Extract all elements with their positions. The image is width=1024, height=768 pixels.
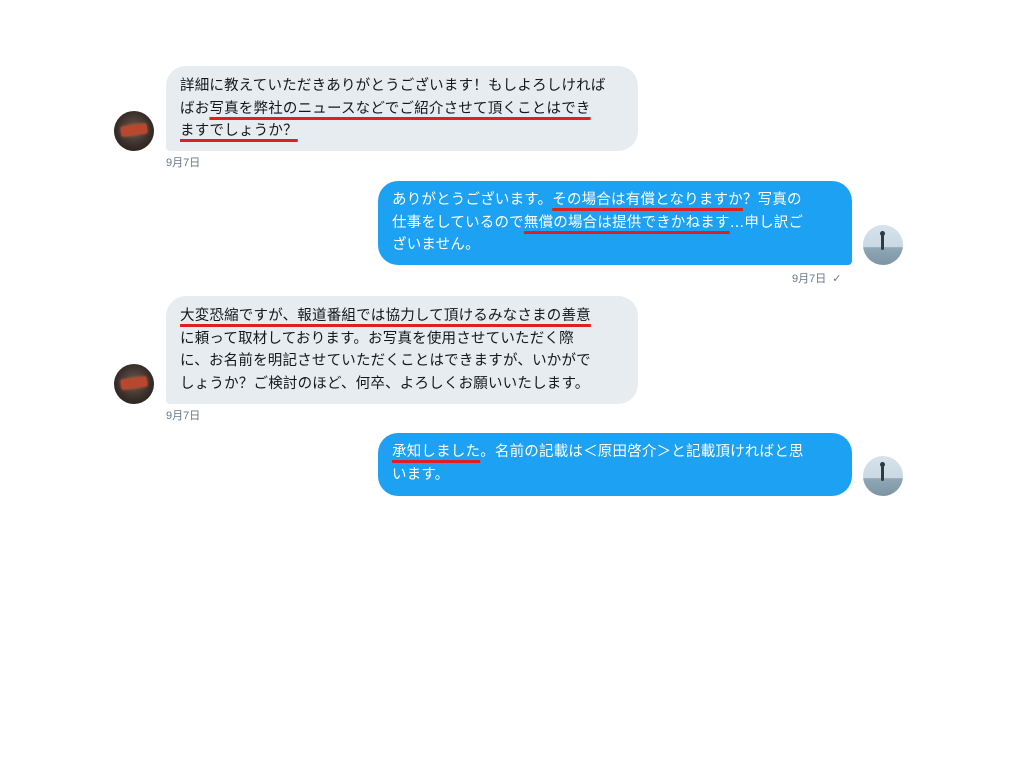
message-bubble-sent[interactable]: 承知しました。名前の記載は＜原田啓介＞と記載頂ければと思います。 (378, 433, 852, 496)
message-timestamp: 9月7日 (166, 410, 201, 422)
message-line: 承知しました。名前の記載は＜原田啓介＞と記載頂ければと思 (392, 441, 838, 464)
message-text: ばお (180, 100, 210, 117)
message-line: に、お名前を明記させていただくことはできますが、いかがで (180, 350, 624, 373)
highlighted-text: 大変恐縮ですが、報道番組では協力して頂けるみなさまの善意 (180, 308, 591, 324)
message-line: 仕事をしているので無償の場合は提供できかねます…申し訳ご (392, 212, 838, 235)
message-text: 詳細に教えていただきありがとうございます！もしよろしければ (180, 78, 606, 94)
message-line: います。 (392, 464, 838, 487)
news-media-avatar-icon (120, 376, 148, 390)
message-line: 大変恐縮ですが、報道番組では協力して頂けるみなさまの善意 (180, 305, 624, 328)
highlighted-text: ますでしょうか？ (180, 123, 298, 139)
message-text: 。名前の記載は＜原田啓介＞と記載頂ければと思 (480, 444, 804, 460)
dm-conversation: 詳細に教えていただきありがとうございます！もしよろしければ ばお写真を弊社のニュー… (0, 0, 1024, 768)
message-text: に頼って取材しております。お写真を使用させていただく際 (180, 330, 574, 347)
news-media-avatar-icon (120, 123, 148, 137)
person-figure (881, 465, 884, 481)
message-line: しょうか？ご検討のほど、何卒、よろしくお願いいたします。 (180, 373, 624, 396)
message-text: います。 (392, 466, 450, 483)
message-line: に頼って取材しております。お写真を使用させていただく際 (180, 328, 624, 351)
highlighted-text: その場合は有償となりますか (552, 192, 743, 208)
highlighted-text: 写真を弊社のニュースなどでご紹介させて頂くことはでき (209, 100, 591, 117)
highlighted-text: 承知しました (392, 444, 481, 460)
message-line: 詳細に教えていただきありがとうございます！もしよろしければ (180, 75, 624, 98)
message-text: ざいません。 (392, 237, 480, 253)
message-line: ますでしょうか？ (180, 120, 624, 143)
message-line: ばお写真を弊社のニュースなどでご紹介させて頂くことはでき (180, 98, 624, 121)
sender-avatar[interactable] (114, 111, 154, 151)
check-icon: ✓ (832, 273, 842, 285)
message-text: ？写真の (742, 192, 802, 208)
message-timestamp-sent: 9月7日 ✓ (792, 270, 841, 286)
message-bubble-sent[interactable]: ありがとうございます。その場合は有償となりますか？写真の 仕事をしているので無償の… (378, 181, 852, 265)
message-line: ざいません。 (392, 234, 838, 257)
message-bubble-received[interactable]: 大変恐縮ですが、報道番組では協力して頂けるみなさまの善意 に頼って取材しております… (166, 296, 638, 404)
person-figure (881, 234, 884, 250)
message-timestamp: 9月7日 (792, 273, 827, 285)
user-avatar[interactable] (863, 456, 903, 496)
sender-avatar[interactable] (114, 364, 154, 404)
message-bubble-received[interactable]: 詳細に教えていただきありがとうございます！もしよろしければ ばお写真を弊社のニュー… (166, 66, 638, 151)
message-line: ありがとうございます。その場合は有償となりますか？写真の (392, 189, 838, 212)
message-timestamp: 9月7日 (166, 157, 201, 169)
message-text: しょうか？ご検討のほど、何卒、よろしくお願いいたします。 (180, 375, 590, 392)
highlighted-text: 無償の場合は提供できかねます (523, 214, 730, 231)
message-text: に、お名前を明記させていただくことはできますが、いかがで (180, 353, 591, 369)
message-text: …申し訳ご (729, 214, 804, 231)
user-avatar[interactable] (863, 225, 903, 265)
message-text: 仕事をしているので (392, 214, 524, 231)
message-text: ありがとうございます。 (392, 192, 553, 208)
